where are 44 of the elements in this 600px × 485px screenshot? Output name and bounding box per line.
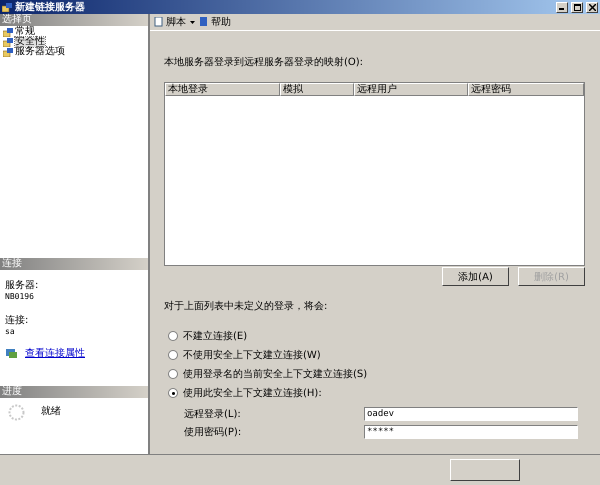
remote-login-field[interactable]: oadev: [364, 407, 578, 421]
window-title: 新建链接服务器: [15, 0, 86, 14]
section-header: 连接: [0, 258, 148, 270]
server-name: NB0196: [4, 292, 35, 301]
column-header[interactable]: 模拟: [280, 83, 354, 96]
window-icon: [2, 2, 12, 12]
properties-icon: [6, 348, 17, 358]
field-label: 远程登录(L):: [184, 408, 242, 421]
minimize-button[interactable]: [556, 2, 568, 12]
field-label: 使用密码(P):: [184, 426, 242, 439]
page-icon: [3, 28, 13, 36]
radio-option[interactable]: 不使用安全上下文建立连接(W): [164, 349, 585, 361]
page-icon: [3, 38, 13, 46]
radio-option[interactable]: 不建立连接(E): [164, 330, 585, 342]
mapping-label: 本地服务器登录到远程服务器登录的映射(O):: [164, 56, 364, 69]
connection-name: sa: [4, 327, 16, 336]
undefined-logins-label: 对于上面列表中未定义的登录，将会:: [164, 300, 328, 313]
progress-status: 就绪: [41, 404, 61, 419]
dropdown-icon[interactable]: [190, 20, 195, 24]
radio-option[interactable]: 使用此安全上下文建立连接(H):: [164, 387, 585, 399]
column-header[interactable]: 远程密码: [468, 83, 584, 96]
radio-option[interactable]: 使用登录名的当前安全上下文建立连接(S): [164, 368, 585, 380]
script-button[interactable]: 脚本: [154, 15, 186, 29]
sidebar-item[interactable]: 服务器选项: [15, 47, 65, 57]
maximize-button[interactable]: [571, 2, 583, 12]
column-header[interactable]: 本地登录: [165, 83, 280, 96]
view-connection-properties-link[interactable]: 查看连接属性: [25, 346, 85, 360]
help-button[interactable]: 帮助: [199, 15, 231, 29]
column-header[interactable]: 远程用户: [354, 83, 468, 96]
sidebar-item[interactable]: 常规: [15, 27, 35, 37]
connection-label: 连接:: [4, 314, 30, 327]
spinner-icon: [8, 404, 25, 421]
server-label: 服务器:: [4, 279, 40, 292]
section-header: 选择页: [0, 14, 148, 26]
book-icon: [199, 17, 209, 27]
close-button[interactable]: [586, 2, 598, 12]
page-icon: [3, 48, 13, 56]
section-header: 进度: [0, 386, 148, 398]
password-field[interactable]: *****: [364, 425, 578, 439]
dialog-button[interactable]: [450, 459, 520, 481]
add-button[interactable]: 添加(A): [442, 267, 509, 286]
document-icon: [154, 17, 164, 27]
close-icon: [588, 4, 596, 10]
maximize-icon: [574, 4, 580, 10]
